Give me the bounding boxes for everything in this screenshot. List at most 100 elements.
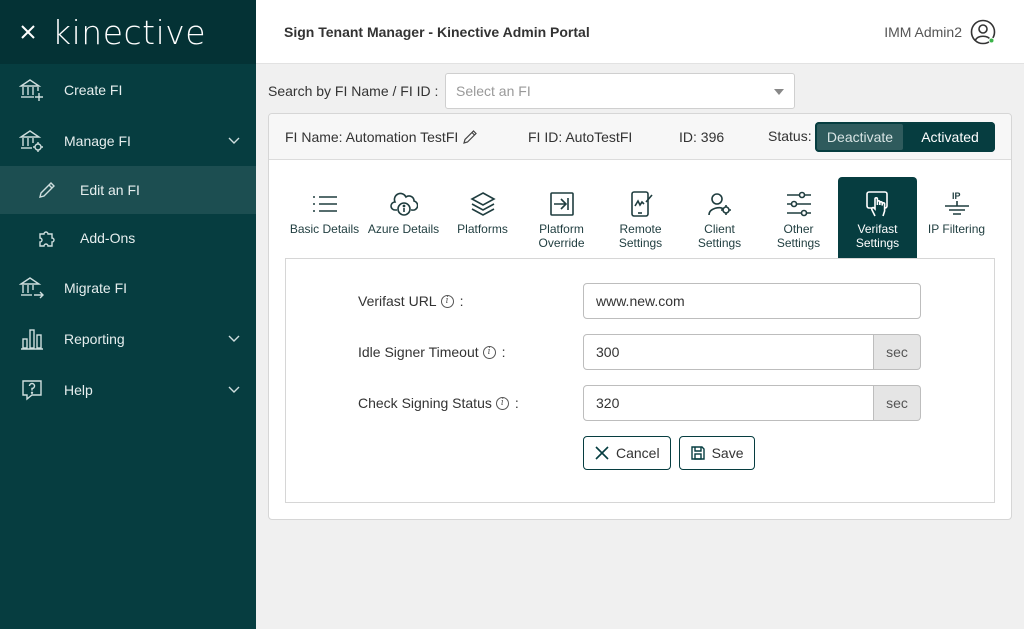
tab-client-settings[interactable]: Client Settings xyxy=(680,177,759,258)
layers-icon xyxy=(469,189,496,219)
sidebar-item-manage-fi[interactable]: Manage FI xyxy=(0,115,256,166)
label-colon: : xyxy=(501,344,506,360)
tab-label: Platform xyxy=(539,222,584,236)
info-icon[interactable]: i xyxy=(495,396,509,410)
ip-filter-icon: IP xyxy=(943,189,971,219)
idle-timeout-row: Idle Signer Timeout i : 300 sec xyxy=(286,334,996,370)
fi-info-bar: FI Name: Automation TestFI FI ID: AutoTe… xyxy=(269,114,1011,160)
tab-label: IP Filtering xyxy=(927,222,986,236)
tab-label: Basic Details xyxy=(289,222,360,236)
fi-select-dropdown[interactable]: Select an FI xyxy=(445,73,795,109)
fi-id: FI ID: AutoTestFI xyxy=(528,129,633,145)
sidebar-item-help[interactable]: Help xyxy=(0,364,256,415)
chevron-down-icon xyxy=(228,137,240,144)
tab-label-line2: Settings xyxy=(697,236,742,250)
check-status-input[interactable]: 320 xyxy=(583,385,874,421)
user-gear-icon xyxy=(707,189,733,219)
sidebar-item-edit-fi[interactable]: Edit an FI xyxy=(0,166,256,214)
idle-timeout-label: Idle Signer Timeout i : xyxy=(358,344,506,360)
chevron-down-icon xyxy=(228,386,240,393)
status-toggle: Deactivate Activated xyxy=(815,122,995,152)
unit-addon: sec xyxy=(874,334,921,370)
verifast-url-row: Verifast URL i : www.new.com xyxy=(286,283,996,319)
form-actions: Cancel Save xyxy=(583,436,755,470)
close-sidebar-button[interactable] xyxy=(0,0,56,64)
override-icon xyxy=(549,189,575,219)
caret-down-icon xyxy=(774,89,784,95)
header-bar: Sign Tenant Manager - Kinective Admin Po… xyxy=(256,0,1024,64)
fi-details-card: FI Name: Automation TestFI FI ID: AutoTe… xyxy=(268,113,1012,520)
sidebar-item-label: Manage FI xyxy=(64,132,131,149)
tab-basic-details[interactable]: Basic Details xyxy=(285,177,364,258)
tab-other-settings[interactable]: Other Settings xyxy=(759,177,838,258)
sidebar-item-label: Reporting xyxy=(64,330,125,347)
help-bubble-icon xyxy=(0,378,64,402)
unit-addon: sec xyxy=(874,385,921,421)
puzzle-icon xyxy=(0,228,80,248)
fi-search-row: Search by FI Name / FI ID : Select an FI xyxy=(268,73,795,109)
tab-label: Platforms xyxy=(457,222,508,236)
sidebar-item-reporting[interactable]: Reporting xyxy=(0,313,256,364)
tab-label-line2: Override xyxy=(538,236,585,250)
edit-pencil-icon[interactable] xyxy=(462,129,478,145)
fi-select-placeholder: Select an FI xyxy=(456,83,531,99)
tab-label-line2: Settings xyxy=(855,236,900,250)
tab-label-line2: Settings xyxy=(776,236,821,250)
save-label: Save xyxy=(711,445,744,461)
kinective-logo: kinective xyxy=(52,12,207,52)
tab-azure-details[interactable]: Azure Details xyxy=(364,177,443,258)
idle-timeout-group: 300 sec xyxy=(583,334,921,370)
sidebar-item-label: Add-Ons xyxy=(80,230,136,246)
user-menu[interactable]: IMM Admin2 xyxy=(884,0,996,64)
cancel-button[interactable]: Cancel xyxy=(583,436,671,470)
tab-remote-settings[interactable]: Remote Settings xyxy=(601,177,680,258)
check-status-group: 320 sec xyxy=(583,385,921,421)
pencil-icon xyxy=(0,180,80,200)
close-icon xyxy=(21,25,35,39)
cancel-label: Cancel xyxy=(616,445,660,461)
bar-chart-icon xyxy=(0,327,64,351)
tab-verifast-settings[interactable]: Verifast Settings xyxy=(838,177,917,258)
close-icon xyxy=(595,446,609,460)
user-avatar-icon xyxy=(970,19,996,45)
save-button[interactable]: Save xyxy=(678,436,755,470)
verifast-url-input[interactable]: www.new.com xyxy=(583,283,921,319)
tab-label: Remote xyxy=(619,222,662,236)
fi-name-text: FI Name: Automation TestFI xyxy=(285,129,459,145)
deactivate-button[interactable]: Deactivate xyxy=(815,122,905,152)
verifast-settings-form: Verifast URL i : www.new.com Idle Signer… xyxy=(285,258,995,503)
idle-timeout-input[interactable]: 300 xyxy=(583,334,874,370)
settings-tabs: Basic Details Azure Details Platforms Pl… xyxy=(285,177,996,258)
sidebar-item-label: Migrate FI xyxy=(64,279,128,296)
tab-label: Azure Details xyxy=(367,222,440,236)
sidebar-item-migrate-fi[interactable]: Migrate FI xyxy=(0,262,256,313)
tab-ip-filtering[interactable]: IP IP Filtering xyxy=(917,177,996,258)
activated-button[interactable]: Activated xyxy=(905,122,995,152)
user-name: IMM Admin2 xyxy=(884,24,962,40)
sidebar-item-create-fi[interactable]: Create FI xyxy=(0,64,256,115)
info-icon[interactable]: i xyxy=(482,345,496,359)
brand-bar: kinective xyxy=(0,0,256,64)
label-text: Idle Signer Timeout xyxy=(358,344,479,360)
tab-platform-override[interactable]: Platform Override xyxy=(522,177,601,258)
cloud-info-icon xyxy=(389,189,418,219)
svg-text:IP: IP xyxy=(952,191,961,201)
tab-platforms[interactable]: Platforms xyxy=(443,177,522,258)
label-colon: : xyxy=(514,395,519,411)
list-icon xyxy=(312,189,338,219)
save-disk-icon xyxy=(690,446,705,460)
info-icon[interactable]: i xyxy=(440,294,454,308)
mobile-sign-icon xyxy=(628,189,654,219)
bank-gear-icon xyxy=(0,129,64,153)
label-text: Check Signing Status xyxy=(358,395,492,411)
fi-name: FI Name: Automation TestFI xyxy=(285,129,478,145)
label-text: Verifast URL xyxy=(358,293,437,309)
label-colon: : xyxy=(459,293,464,309)
sidebar-item-label: Help xyxy=(64,381,93,398)
search-label: Search by FI Name / FI ID : xyxy=(268,83,439,99)
verifast-url-label: Verifast URL i : xyxy=(358,293,463,309)
sidebar-item-add-ons[interactable]: Add-Ons xyxy=(0,214,256,262)
tab-label: Client xyxy=(704,222,735,236)
sidebar-item-label: Edit an FI xyxy=(80,182,140,198)
check-status-label: Check Signing Status i : xyxy=(358,395,519,411)
